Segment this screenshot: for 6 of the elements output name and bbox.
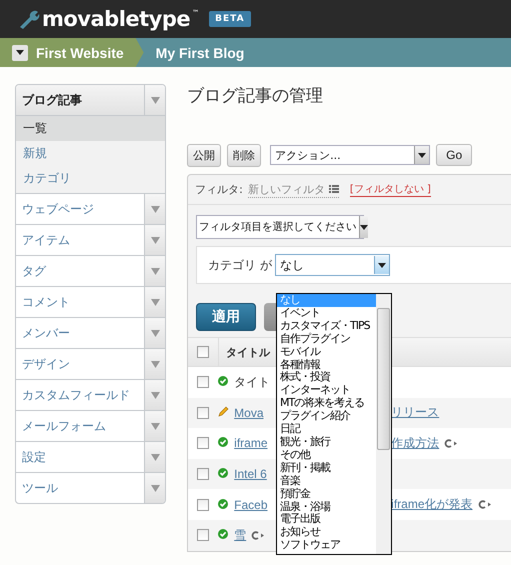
page-title: ブログ記事の管理 xyxy=(187,86,324,106)
logo-text: movabletype xyxy=(42,8,190,30)
beta-badge: BETA xyxy=(209,11,251,27)
filter-label: フィルタ: xyxy=(195,182,243,197)
entry-title: タイト xyxy=(234,374,270,391)
condition-label: カテゴリ が xyxy=(208,256,272,274)
